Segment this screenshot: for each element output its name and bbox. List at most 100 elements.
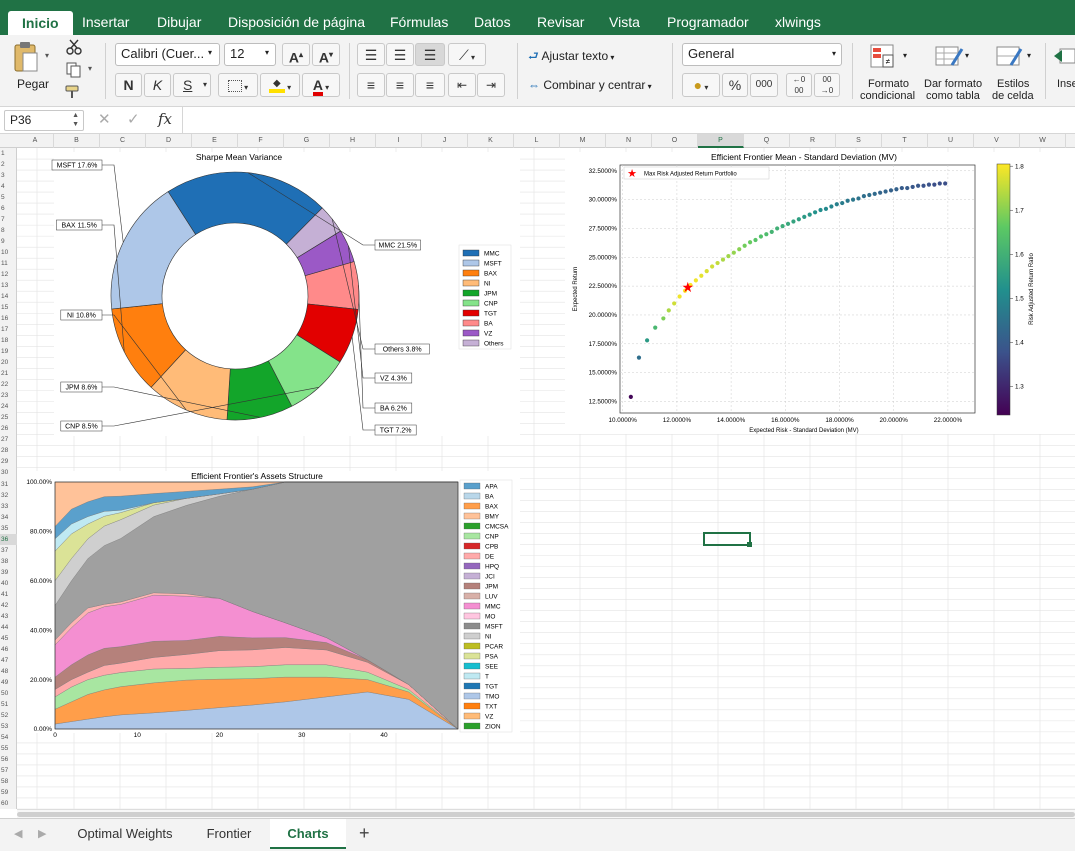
sheet-tab-frontier[interactable]: Frontier xyxy=(188,819,270,849)
scrollbar-thumb[interactable] xyxy=(17,812,1075,817)
row-header[interactable]: 21 xyxy=(0,368,17,379)
column-header-a[interactable]: A xyxy=(17,134,54,148)
column-header-l[interactable]: L xyxy=(514,134,560,148)
row-header[interactable]: 23 xyxy=(0,390,17,401)
row-header[interactable]: 35 xyxy=(0,523,17,534)
tab-programador[interactable]: Programador xyxy=(667,10,749,35)
row-header[interactable]: 50 xyxy=(0,688,17,699)
row-header[interactable]: 40 xyxy=(0,578,17,589)
paste-label[interactable]: Pegar xyxy=(17,77,49,91)
align-bottom-icon[interactable]: ☰ xyxy=(415,43,445,66)
bold-button[interactable]: N xyxy=(115,73,142,97)
next-sheet-icon[interactable]: ▶ xyxy=(38,827,46,840)
cancel-icon[interactable]: ✕ xyxy=(98,110,111,128)
row-header[interactable]: 27 xyxy=(0,434,17,445)
paste-chevron-icon[interactable]: ▾ xyxy=(45,51,49,60)
row-header[interactable]: 11 xyxy=(0,258,17,269)
row-header[interactable]: 43 xyxy=(0,611,17,622)
row-header[interactable]: 38 xyxy=(0,556,17,567)
sheet-tab-optimal-weights[interactable]: Optimal Weights xyxy=(64,819,186,849)
row-header[interactable]: 15 xyxy=(0,302,17,313)
column-header-i[interactable]: I xyxy=(376,134,422,148)
row-header[interactable]: 39 xyxy=(0,567,17,578)
row-header[interactable]: 53 xyxy=(0,721,17,732)
align-left-icon[interactable]: ≡ xyxy=(357,73,385,97)
row-header[interactable]: 12 xyxy=(0,269,17,280)
row-header[interactable]: 49 xyxy=(0,677,17,688)
row-header[interactable]: 56 xyxy=(0,754,17,765)
add-sheet-icon[interactable]: + xyxy=(359,823,370,844)
cell-styles-label-1[interactable]: Estilos xyxy=(997,78,1029,90)
row-header[interactable]: 22 xyxy=(0,379,17,390)
confirm-icon[interactable]: ✓ xyxy=(127,110,140,128)
row-header[interactable]: 7 xyxy=(0,214,17,225)
copy-icon[interactable] xyxy=(66,62,84,78)
row-header[interactable]: 36 xyxy=(0,533,17,545)
column-header-c[interactable]: C xyxy=(100,134,146,148)
row-header[interactable]: 4 xyxy=(0,181,17,192)
currency-icon[interactable]: ● ▾ xyxy=(682,73,720,97)
orientation-icon[interactable]: ⟋ ▾ xyxy=(448,43,486,66)
name-box-stepper-icon[interactable]: ▲ ▼ xyxy=(72,111,79,129)
increase-font-icon[interactable]: A▴ xyxy=(282,43,310,66)
row-header[interactable]: 48 xyxy=(0,666,17,677)
conditional-format-icon[interactable]: ≠ xyxy=(869,43,901,71)
row-header[interactable]: 5 xyxy=(0,192,17,203)
name-box[interactable]: P36 ▲ ▼ xyxy=(4,110,84,131)
tab-vista[interactable]: Vista xyxy=(609,10,640,35)
pie-chart[interactable]: Sharpe Mean Variance MMC 21.5% Others 3.8… xyxy=(51,152,520,436)
prev-sheet-icon[interactable]: ◀ xyxy=(14,827,22,840)
row-header[interactable]: 13 xyxy=(0,280,17,291)
font-size-chevron-icon[interactable]: ▾ xyxy=(265,48,269,57)
row-header[interactable]: 33 xyxy=(0,501,17,512)
row-header[interactable]: 17 xyxy=(0,324,17,335)
row-header[interactable]: 55 xyxy=(0,743,17,754)
row-header[interactable]: 47 xyxy=(0,655,17,666)
row-header[interactable]: 30 xyxy=(0,467,17,478)
cell-styles-label-2[interactable]: de celda xyxy=(992,90,1034,102)
row-header[interactable]: 14 xyxy=(0,291,17,302)
align-middle-icon[interactable]: ☰ xyxy=(386,43,414,66)
tab-formulas[interactable]: Fórmulas xyxy=(390,10,448,35)
row-header[interactable]: 54 xyxy=(0,732,17,743)
column-header-g[interactable]: G xyxy=(284,134,330,148)
number-format-box[interactable]: General ▾ xyxy=(682,43,842,66)
fill-handle[interactable] xyxy=(747,542,752,547)
format-table-label-1[interactable]: Dar formato xyxy=(924,78,982,90)
borders-icon[interactable]: ▾ xyxy=(218,73,258,97)
insert-cells-icon[interactable] xyxy=(1054,45,1075,69)
column-header-v[interactable]: V xyxy=(974,134,1020,148)
row-header[interactable]: 44 xyxy=(0,622,17,633)
sheet-tab-charts[interactable]: Charts xyxy=(270,819,346,849)
row-header[interactable]: 20 xyxy=(0,357,17,368)
italic-button[interactable]: K xyxy=(144,73,171,97)
column-header-b[interactable]: B xyxy=(54,134,100,148)
function-icon[interactable]: fx xyxy=(158,110,172,128)
row-header[interactable]: 45 xyxy=(0,633,17,644)
column-header-j[interactable]: J xyxy=(422,134,468,148)
column-header-e[interactable]: E xyxy=(192,134,238,148)
row-header[interactable]: 51 xyxy=(0,699,17,710)
column-header-f[interactable]: F xyxy=(238,134,284,148)
row-header[interactable]: 31 xyxy=(0,479,17,490)
row-header[interactable]: 60 xyxy=(0,798,17,809)
decrease-font-icon[interactable]: A▾ xyxy=(312,43,340,66)
font-color-icon[interactable]: A ▾ xyxy=(302,73,340,97)
selected-cell[interactable] xyxy=(703,532,751,546)
tab-revisar[interactable]: Revisar xyxy=(537,10,584,35)
row-header[interactable]: 24 xyxy=(0,401,17,412)
column-header-w[interactable]: W xyxy=(1020,134,1066,148)
column-header-h[interactable]: H xyxy=(330,134,376,148)
row-header[interactable]: 6 xyxy=(0,203,17,214)
underline-button[interactable]: S ▾ xyxy=(173,73,211,97)
row-header[interactable]: 42 xyxy=(0,600,17,611)
column-header-q[interactable]: Q xyxy=(744,134,790,148)
row-header[interactable]: 8 xyxy=(0,225,17,236)
row-header[interactable]: 58 xyxy=(0,776,17,787)
worksheet-grid[interactable]: Sharpe Mean Variance MMC 21.5% Others 3.8… xyxy=(17,148,1075,809)
row-header[interactable]: 41 xyxy=(0,589,17,600)
align-right-icon[interactable]: ≡ xyxy=(415,73,445,97)
tab-insertar[interactable]: Insertar xyxy=(82,10,129,35)
align-center-icon[interactable]: ≡ xyxy=(386,73,414,97)
format-table-icon[interactable] xyxy=(934,43,966,71)
